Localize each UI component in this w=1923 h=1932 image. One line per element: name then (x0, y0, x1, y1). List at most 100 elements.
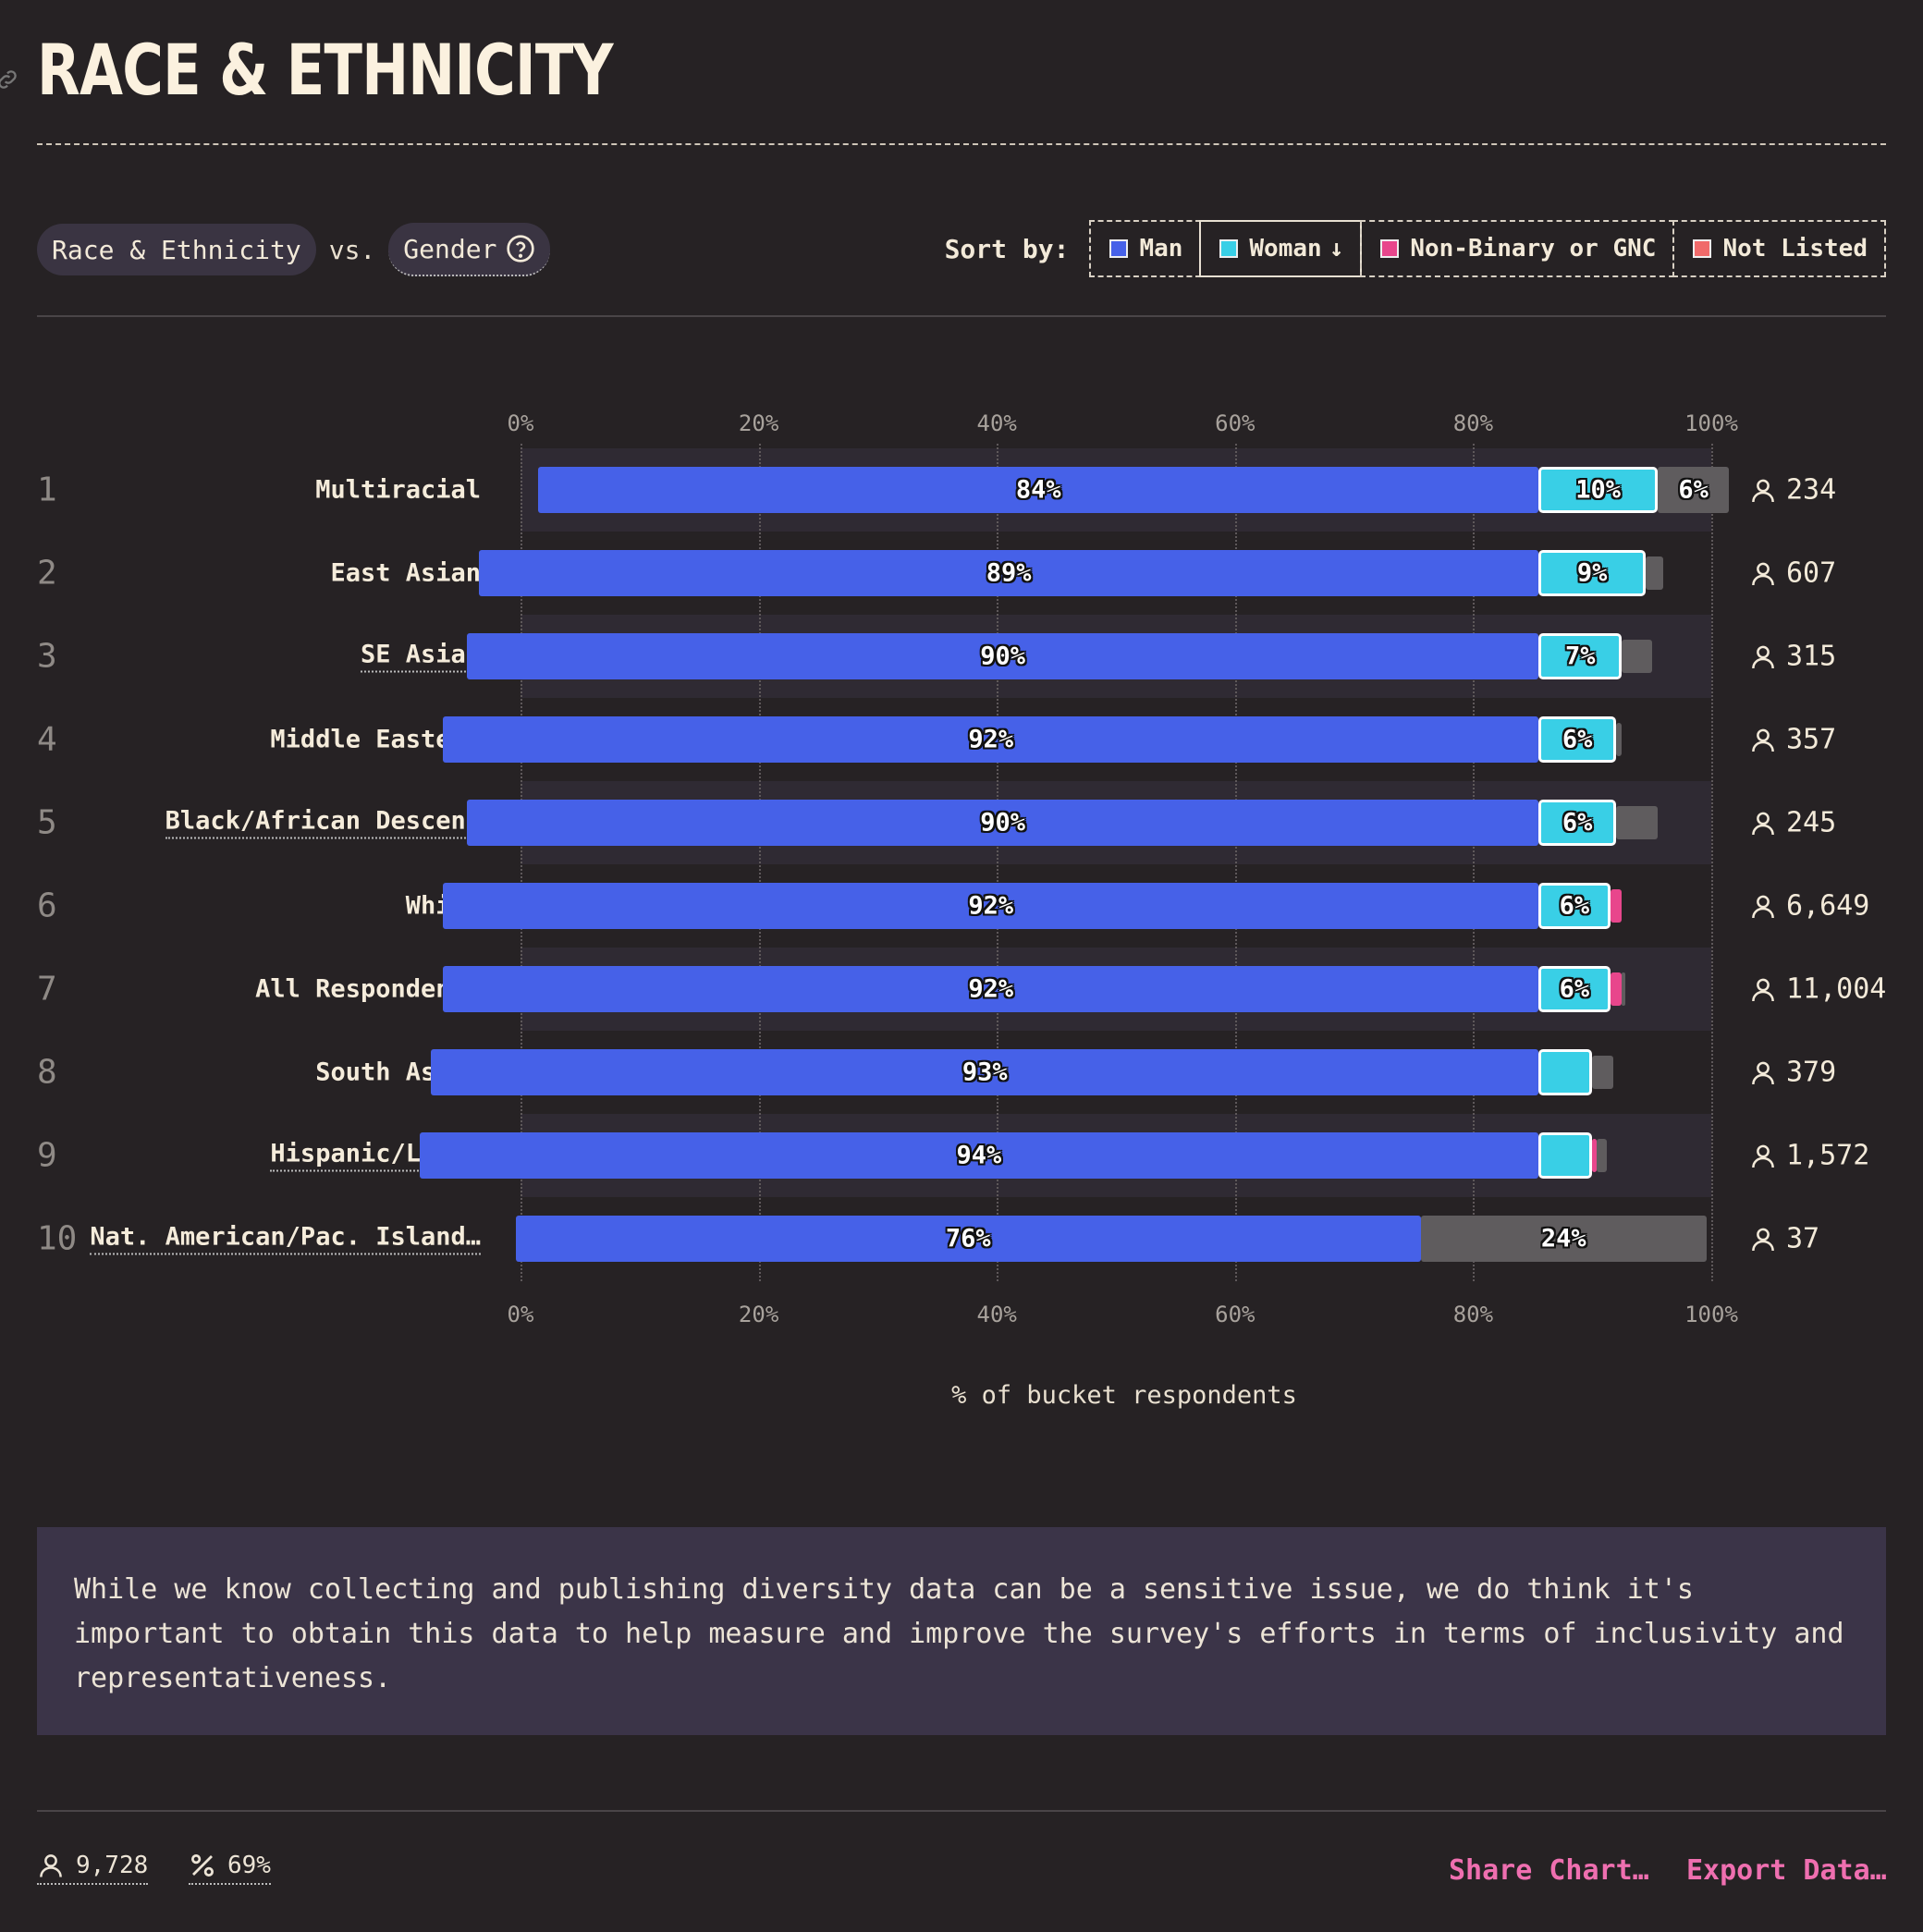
row-rank: 6 (37, 887, 57, 925)
respondent-count-value: 607 (1786, 556, 1837, 590)
respondent-count: 234 (1749, 474, 1836, 507)
bar-not-listed[interactable] (1592, 1056, 1614, 1089)
bar-man-label: 93% (962, 1058, 1008, 1087)
bar-man-label: 94% (956, 1141, 1002, 1170)
category-label[interactable]: Black/African Descent (165, 807, 481, 839)
sort-button-label: Non-Binary or GNC (1410, 235, 1657, 263)
x-axis-label: % of bucket respondents (951, 1381, 1297, 1410)
respondent-count: 315 (1749, 641, 1836, 673)
sort-button-woman[interactable]: Woman ↓ (1199, 220, 1363, 277)
x-tick-label-top: 20% (738, 410, 779, 436)
respondents-count: 9,728 (76, 1852, 149, 1879)
bar-man-label: 84% (1015, 475, 1061, 505)
vs-text: vs. (328, 234, 376, 265)
respondents-stat[interactable]: 9,728 (37, 1852, 149, 1885)
row-rank: 9 (37, 1136, 57, 1175)
bar-not-listed[interactable] (1597, 1139, 1607, 1172)
person-icon (1752, 479, 1774, 502)
not-listed-swatch (1693, 239, 1712, 258)
person-icon (1752, 562, 1774, 585)
person-icon (1752, 1144, 1774, 1168)
person-icon (1752, 812, 1774, 835)
footer-divider (37, 1810, 1886, 1812)
bar-woman[interactable] (1538, 1132, 1593, 1179)
respondent-count-value: 234 (1786, 473, 1837, 507)
respondent-count: 11,004 (1749, 973, 1886, 1006)
respondent-count-value: 6,649 (1786, 889, 1870, 923)
respondent-count-value: 245 (1786, 806, 1837, 839)
respondent-count: 37 (1749, 1223, 1819, 1255)
sort-button-not-listed[interactable]: Not Listed (1672, 220, 1886, 277)
x-tick-label-top: 60% (1215, 410, 1255, 436)
sort-button-man[interactable]: Man (1089, 220, 1202, 277)
percentage-stat[interactable]: 69% (189, 1852, 271, 1885)
bar-non-binary[interactable] (1610, 889, 1623, 923)
chart-controls: Race & Ethnicity vs. Gender (37, 223, 551, 276)
x-tick-label-top: 0% (507, 410, 534, 436)
sort-controls: Sort by: Man Woman ↓ Non-Binary or GNC N… (945, 220, 1886, 277)
row-rank: 5 (37, 803, 57, 842)
respondent-count: 245 (1749, 807, 1836, 839)
link-icon[interactable] (0, 67, 20, 92)
export-data-link[interactable]: Export Data… (1686, 1854, 1887, 1887)
person-icon (1752, 1061, 1774, 1084)
variable-pill-label: Race & Ethnicity (52, 234, 301, 265)
sort-button-label: Woman (1249, 235, 1322, 263)
bar-non-binary[interactable] (1610, 972, 1623, 1006)
bar-not-listed[interactable] (1615, 806, 1659, 839)
bar-man-label: 90% (980, 642, 1026, 671)
x-tick-label-bottom: 0% (507, 1302, 534, 1327)
respondent-count-value: 11,004 (1786, 972, 1887, 1006)
sort-button-non-binary[interactable]: Non-Binary or GNC (1360, 220, 1675, 277)
facet-pill[interactable]: Gender (388, 223, 551, 276)
x-tick-label-bottom: 20% (738, 1302, 779, 1327)
arrow-down-icon: ↓ (1329, 235, 1344, 263)
sort-label: Sort by: (944, 233, 1070, 264)
person-icon (1752, 978, 1774, 1001)
gridline (1711, 444, 1713, 1281)
bar-not-listed-label: 6% (1678, 475, 1709, 505)
x-tick-label-bottom: 40% (976, 1302, 1017, 1327)
bar-man-label: 89% (986, 558, 1032, 588)
x-tick-label-top: 80% (1452, 410, 1494, 436)
question-circle-icon[interactable] (506, 234, 535, 263)
x-tick-label-top: 100% (1684, 410, 1738, 436)
person-icon (40, 1854, 62, 1877)
bar-woman-label: 6% (1562, 808, 1593, 838)
variable-pill[interactable]: Race & Ethnicity (37, 224, 316, 275)
category-label[interactable]: Nat. American/Pac. Island… (90, 1223, 481, 1255)
note-text: While we know collecting and publishing … (74, 1573, 1844, 1694)
bar-not-listed-label: 24% (1540, 1224, 1586, 1253)
bar-not-listed[interactable] (1646, 556, 1664, 590)
man-swatch (1109, 239, 1129, 258)
bar-man-label: 90% (980, 808, 1026, 838)
category-label[interactable]: SE Asian (360, 641, 481, 673)
bar-not-listed[interactable] (1622, 640, 1652, 673)
respondent-count-value: 357 (1786, 723, 1837, 756)
x-tick-label-bottom: 100% (1684, 1302, 1738, 1327)
facet-pill-label: Gender (403, 233, 497, 264)
row-rank: 2 (37, 554, 57, 593)
note-box: While we know collecting and publishing … (37, 1527, 1886, 1735)
non-binary-swatch (1380, 239, 1400, 258)
bar-woman[interactable] (1538, 1049, 1593, 1095)
bar-man-label: 92% (968, 725, 1014, 754)
row-rank: 7 (37, 970, 57, 1009)
bar-woman-label: 9% (1576, 558, 1608, 588)
bar-woman-label: 7% (1565, 642, 1596, 671)
percentage-value: 69% (227, 1852, 271, 1879)
bar-woman-label: 6% (1562, 725, 1593, 754)
bar-man-label: 92% (968, 891, 1014, 921)
share-chart-link[interactable]: Share Chart… (1449, 1854, 1649, 1887)
category-label: East Asian (330, 558, 481, 588)
row-rank: 1 (37, 471, 57, 509)
respondent-count: 357 (1749, 724, 1836, 756)
bar-not-listed[interactable] (1615, 723, 1623, 756)
respondent-count-value: 315 (1786, 640, 1837, 673)
bar-not-listed[interactable] (1622, 972, 1626, 1006)
x-tick-label-bottom: 60% (1215, 1302, 1255, 1327)
x-tick-label-bottom: 80% (1452, 1302, 1494, 1327)
respondent-count-value: 379 (1786, 1056, 1837, 1089)
woman-swatch (1219, 239, 1239, 258)
row-rank: 3 (37, 637, 57, 676)
